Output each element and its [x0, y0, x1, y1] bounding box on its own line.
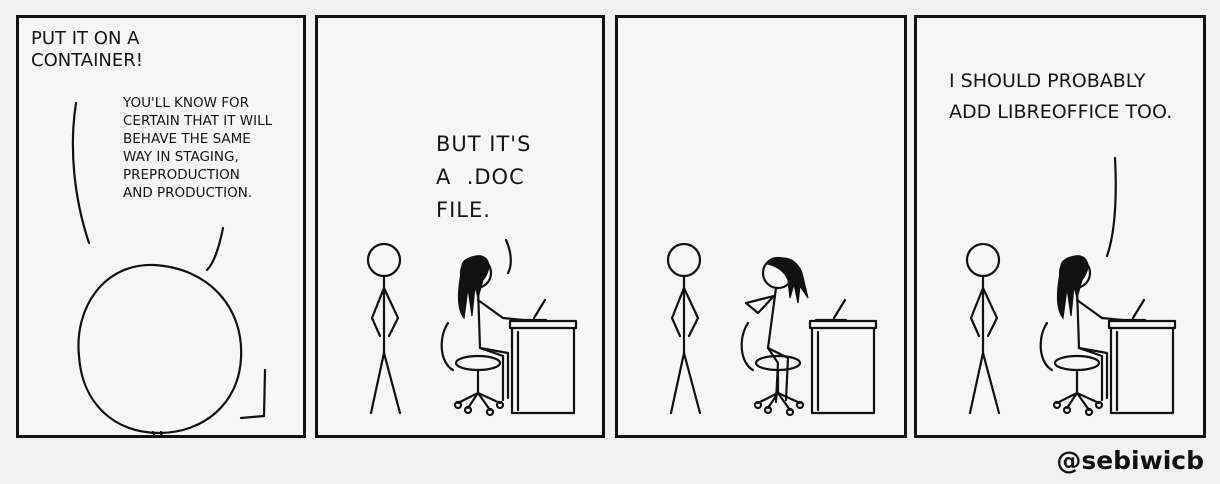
laptop	[1113, 298, 1147, 322]
standing-stick-figure	[965, 242, 1001, 415]
speech-tail-left	[71, 101, 91, 245]
speech-bubble-container: PUT IT ON A CONTAINER!	[31, 28, 143, 71]
laptop	[514, 298, 548, 322]
speech-tail	[1105, 156, 1117, 258]
standing-stick-figure	[366, 242, 402, 415]
comic-panel-4: I SHOULD PROBABLY ADD LIBREOFFICE TOO.	[914, 15, 1206, 438]
author-credit: @sebiwicb	[1056, 446, 1204, 475]
laptop	[814, 298, 848, 322]
arm-line	[239, 368, 267, 420]
large-head	[77, 263, 243, 435]
speech-tail	[504, 238, 512, 275]
standing-stick-figure	[666, 242, 702, 415]
speech-bubble-doc-file: BUT IT'S A .DOC FILE.	[436, 132, 532, 222]
panel-1-drawing	[71, 101, 267, 435]
speech-bubble-libreoffice: I SHOULD PROBABLY ADD LIBREOFFICE TOO.	[949, 70, 1173, 123]
desk	[1107, 319, 1177, 415]
desk	[808, 319, 878, 415]
office-chair	[1039, 321, 1104, 417]
desk	[508, 319, 578, 415]
comic-panel-1: PUT IT ON A CONTAINER! YOU'LL KNOW FOR C…	[16, 15, 306, 438]
speech-bubble-certainty: YOU'LL KNOW FOR CERTAIN THAT IT WILL BEH…	[123, 95, 273, 201]
comic-panel-2: BUT IT'S A .DOC FILE.	[315, 15, 605, 438]
panel-3-drawing	[666, 242, 878, 417]
speech-tail-right	[205, 226, 225, 272]
office-chair	[440, 321, 505, 417]
office-chair	[740, 321, 805, 417]
comic-panel-3	[615, 15, 907, 438]
